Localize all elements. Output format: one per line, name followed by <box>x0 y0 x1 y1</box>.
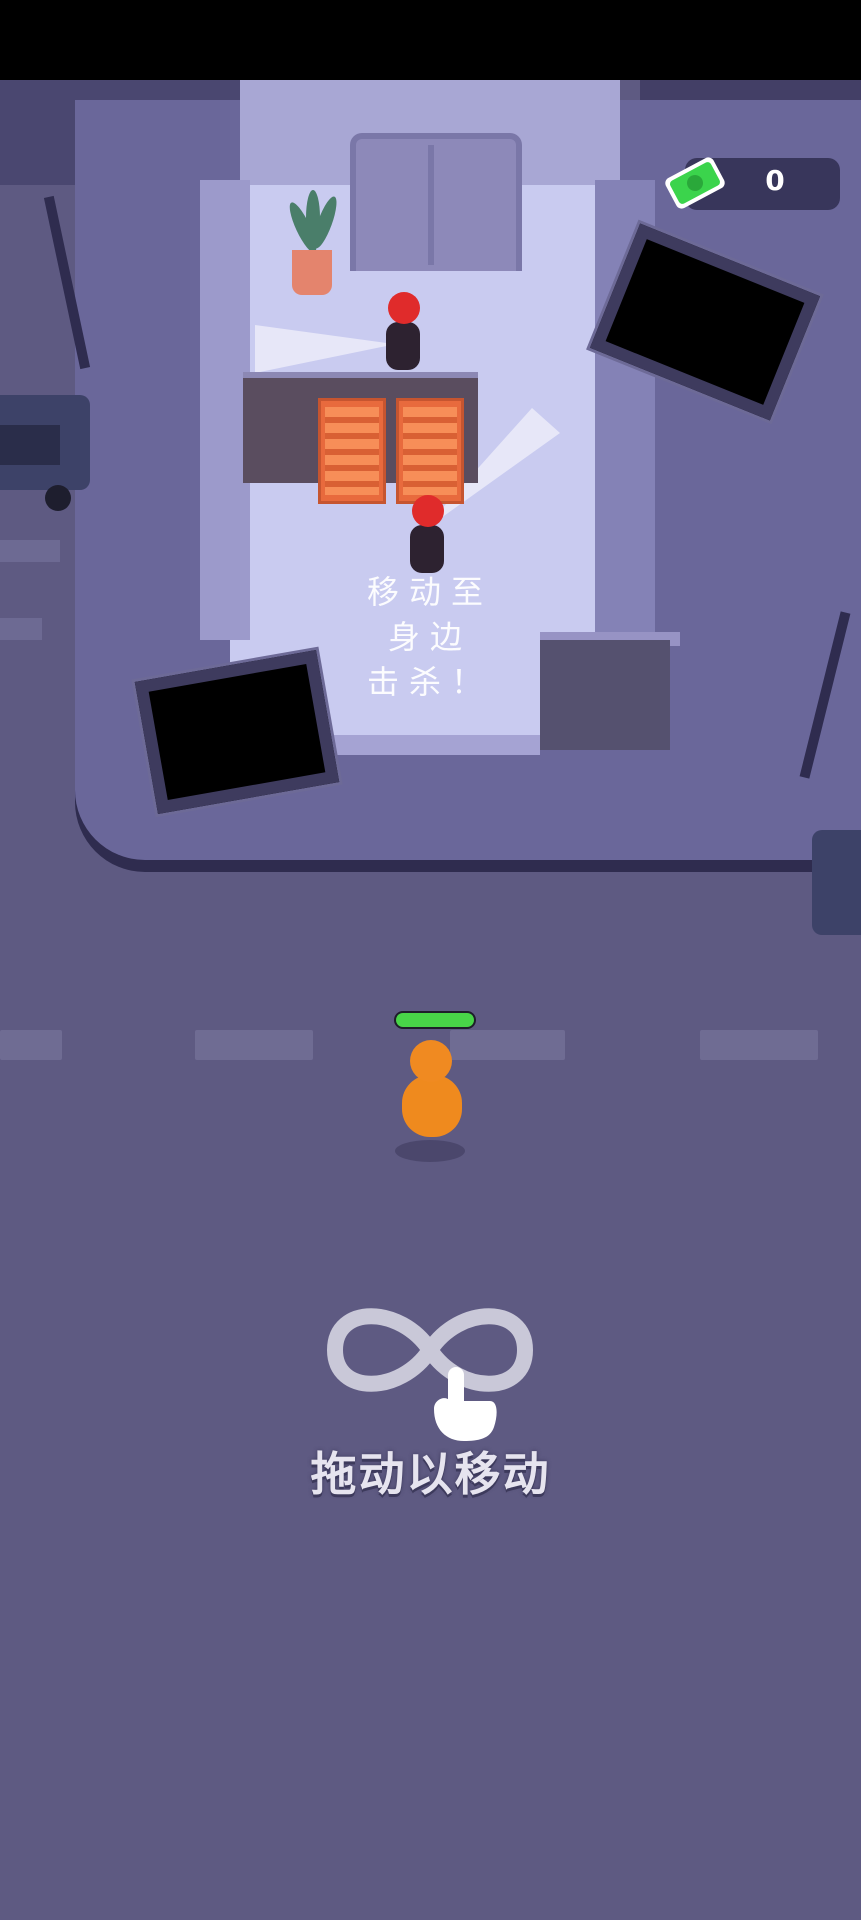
hint-line-3: 击杀！ <box>366 663 493 701</box>
hint-line-1: 移动至 <box>366 573 493 611</box>
player-body <box>402 1075 462 1137</box>
road-dash <box>700 1030 818 1060</box>
front-wall <box>540 640 670 750</box>
road-dash <box>195 1030 313 1060</box>
door <box>350 133 522 271</box>
cash-icon <box>660 148 730 218</box>
plant-leaf <box>306 190 320 245</box>
enemy-guard-head <box>412 495 444 527</box>
enemy-guard-head <box>388 292 420 324</box>
road-dash <box>0 1030 62 1060</box>
cash-value: 0 <box>765 164 785 197</box>
road-dash <box>450 1030 565 1060</box>
parked-car-wheel <box>45 485 71 511</box>
enemy-guard-body <box>386 322 420 370</box>
sidewalk-dash <box>0 618 42 640</box>
parked-car-right <box>812 830 861 935</box>
player-shadow <box>395 1140 465 1162</box>
pointing-hand-icon <box>428 1365 500 1443</box>
door-split <box>428 145 434 265</box>
player-head <box>410 1040 452 1082</box>
status-bar <box>0 0 861 80</box>
parked-car-window <box>0 425 60 465</box>
plant-pot <box>292 250 332 295</box>
player-health-fill <box>396 1013 474 1027</box>
player-health-bar <box>394 1011 476 1029</box>
shelf <box>318 398 386 504</box>
enemy-guard-body <box>410 525 444 573</box>
hint-line-2: 身边 <box>387 618 472 656</box>
shelf <box>396 398 464 504</box>
kill-hint-text: 移动至 身边 击杀！ <box>330 570 530 705</box>
drag-to-move-label: 拖动以移动 <box>310 1447 551 1501</box>
sidewalk-dash <box>0 540 60 562</box>
